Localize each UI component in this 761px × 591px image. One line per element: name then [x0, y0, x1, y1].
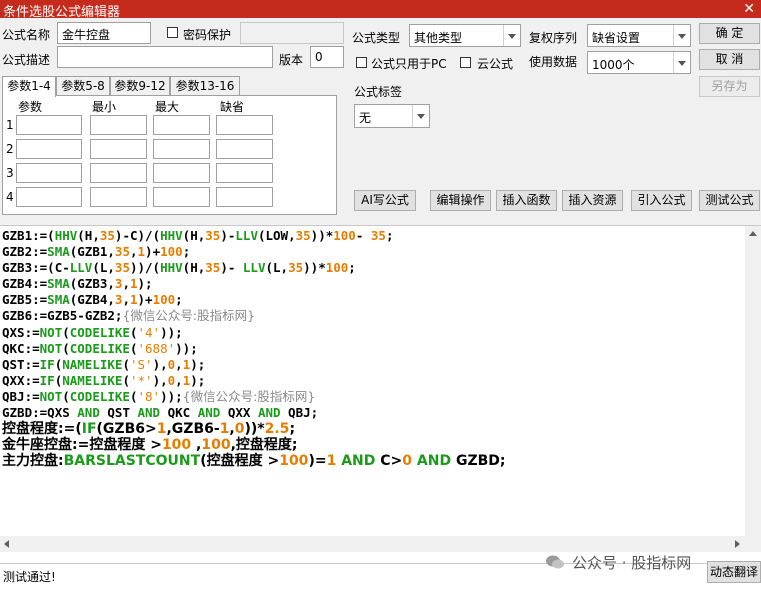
- cancel-button[interactable]: 取 消: [699, 49, 760, 70]
- close-icon[interactable]: ✕: [743, 0, 755, 18]
- code-line[interactable]: QXS:=NOT(CODELIKE('4'));: [2, 325, 506, 341]
- data-count-value: 1000个: [592, 58, 635, 72]
- param-row-number: 3: [6, 166, 14, 180]
- scroll-right-icon[interactable]: [735, 540, 740, 548]
- param-max-input[interactable]: [153, 115, 210, 135]
- chevron-down-icon[interactable]: [412, 105, 429, 127]
- code-line[interactable]: GZB6:=GZB5-GZB2;{微信公众号:股指标网}: [2, 308, 506, 324]
- code-line[interactable]: GZB2:=SMA(GZB1,35,1)+100;: [2, 244, 506, 260]
- code-line[interactable]: QXX:=IF(NAMELIKE('*'),0,1);: [2, 373, 506, 389]
- ai-write-button[interactable]: AI写公式: [354, 190, 416, 211]
- formula-tag-label: 公式标签: [354, 85, 403, 99]
- horizontal-scrollbar[interactable]: [0, 536, 761, 552]
- param-min-input[interactable]: [90, 187, 147, 207]
- version-input[interactable]: 0: [310, 46, 344, 68]
- param-name-input[interactable]: [16, 139, 82, 159]
- formula-tag-value: 无: [359, 111, 372, 125]
- formula-type-value: 其他类型: [414, 31, 463, 45]
- data-count-select[interactable]: 1000个: [587, 51, 691, 74]
- param-default-input[interactable]: [216, 187, 273, 207]
- code-line[interactable]: 金牛座控盘:=控盘程度 >100 ,100,控盘程度;: [2, 437, 506, 453]
- tab-params-5-8[interactable]: 参数5-8: [56, 76, 110, 96]
- param-min-input[interactable]: [90, 139, 147, 159]
- scroll-left-icon[interactable]: [4, 540, 9, 548]
- param-header-default: 缺省: [220, 100, 245, 114]
- title-bar: 条件选股公式编辑器 ✕: [0, 0, 761, 20]
- formula-type-label: 公式类型: [352, 31, 401, 45]
- chevron-down-icon[interactable]: [673, 25, 690, 46]
- code-editor[interactable]: GZB1:=(HHV(H,35)-C)/(HHV(H,35)-LLV(LOW,3…: [0, 225, 761, 563]
- param-min-input[interactable]: [90, 115, 147, 135]
- tab-params-13-16[interactable]: 参数13-16: [170, 76, 240, 96]
- code-line[interactable]: GZB3:=(C-LLV(L,35))/(HHV(H,35)- LLV(L,35…: [2, 260, 506, 276]
- formula-name-label: 公式名称: [2, 28, 51, 42]
- param-default-input[interactable]: [216, 115, 273, 135]
- chevron-down-icon[interactable]: [503, 25, 520, 46]
- password-input[interactable]: [240, 22, 344, 44]
- status-text: 测试通过!: [3, 570, 56, 584]
- param-max-input[interactable]: [153, 163, 210, 183]
- watermark-text: 公众号 · 股指标网: [572, 554, 692, 572]
- param-name-input[interactable]: [16, 115, 82, 135]
- ok-button[interactable]: 确 定: [699, 23, 760, 44]
- restore-value: 缺省设置: [592, 31, 641, 45]
- cloud-label: 云公式: [477, 57, 514, 71]
- formula-name-input[interactable]: 金牛控盘: [57, 22, 151, 44]
- param-name-input[interactable]: [16, 163, 82, 183]
- data-count-label: 使用数据: [529, 55, 578, 69]
- code-line[interactable]: 主力控盘:BARSLASTCOUNT(控盘程度 >100)=1 AND C>0 …: [2, 453, 506, 469]
- code-line[interactable]: QKC:=NOT(CODELIKE('688'));: [2, 341, 506, 357]
- formula-desc-label: 公式描述: [2, 53, 51, 67]
- insert-function-button[interactable]: 插入函数: [496, 190, 557, 211]
- test-formula-button[interactable]: 测试公式: [699, 190, 760, 211]
- tab-params-1-4[interactable]: 参数1-4: [2, 76, 56, 97]
- param-max-input[interactable]: [153, 139, 210, 159]
- formula-type-select[interactable]: 其他类型: [409, 24, 521, 47]
- param-header-name: 参数: [18, 100, 43, 114]
- insert-resource-button[interactable]: 插入资源: [562, 190, 623, 211]
- code-line[interactable]: GZB4:=SMA(GZB3,3,1);: [2, 276, 506, 292]
- scroll-up-icon[interactable]: [749, 231, 757, 236]
- password-label: 密码保护: [183, 28, 232, 42]
- formula-tag-select[interactable]: 无: [354, 104, 430, 128]
- pc-only-checkbox[interactable]: [356, 57, 367, 68]
- tab-params-9-12[interactable]: 参数9-12: [110, 76, 170, 96]
- param-row-number: 4: [6, 190, 14, 204]
- param-min-input[interactable]: [90, 163, 147, 183]
- chevron-down-icon[interactable]: [673, 52, 690, 73]
- param-header-min: 最小: [92, 100, 117, 114]
- wechat-icon: [546, 555, 564, 569]
- version-label: 版本: [279, 53, 304, 67]
- param-name-input[interactable]: [16, 187, 82, 207]
- param-default-input[interactable]: [216, 163, 273, 183]
- code-text[interactable]: GZB1:=(HHV(H,35)-C)/(HHV(H,35)-LLV(LOW,3…: [2, 228, 506, 469]
- password-checkbox[interactable]: [167, 27, 178, 38]
- code-line[interactable]: QBJ:=NOT(CODELIKE('8'));{微信公众号:股指标网}: [2, 389, 506, 405]
- pc-only-label: 公式只用于PC: [371, 57, 447, 71]
- code-line[interactable]: GZB5:=SMA(GZB4,3,1)+100;: [2, 292, 506, 308]
- cloud-checkbox[interactable]: [460, 57, 471, 68]
- code-line[interactable]: QST:=IF(NAMELIKE('S'),0,1);: [2, 357, 506, 373]
- dynamic-translate-button[interactable]: 动态翻译: [707, 561, 761, 583]
- code-line[interactable]: 控盘程度:=(IF(GZB6>1,GZB6-1,0))*2.5;: [2, 421, 506, 437]
- code-line[interactable]: GZBD:=QXS AND QST AND QKC AND QXX AND QB…: [2, 405, 506, 421]
- code-line[interactable]: GZB1:=(HHV(H,35)-C)/(HHV(H,35)-LLV(LOW,3…: [2, 228, 506, 244]
- param-max-input[interactable]: [153, 187, 210, 207]
- vertical-scrollbar[interactable]: [745, 226, 761, 536]
- import-formula-button[interactable]: 引入公式: [631, 190, 692, 211]
- param-header-max: 最大: [155, 100, 180, 114]
- param-row-number: 1: [6, 118, 14, 132]
- param-row-number: 2: [6, 142, 14, 156]
- formula-desc-input[interactable]: [57, 46, 273, 68]
- edit-operation-button[interactable]: 编辑操作: [430, 190, 491, 211]
- save-as-button[interactable]: 另存为: [699, 76, 760, 97]
- restore-select[interactable]: 缺省设置: [587, 24, 691, 47]
- restore-label: 复权序列: [529, 31, 578, 45]
- window-title: 条件选股公式编辑器: [3, 5, 121, 20]
- param-default-input[interactable]: [216, 139, 273, 159]
